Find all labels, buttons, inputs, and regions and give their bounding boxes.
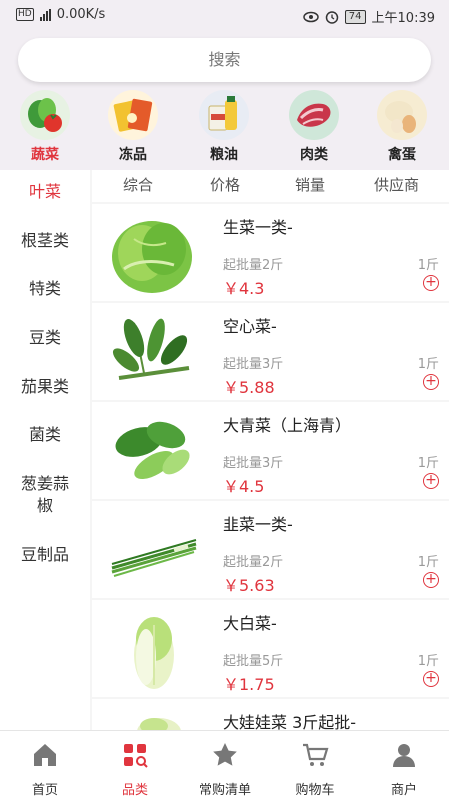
vegetables-icon	[20, 90, 70, 140]
grain-oil-icon	[199, 90, 249, 140]
subcategory-sidebar: 叶菜 根茎类 特类 豆类 茄果类 菌类 葱姜蒜 椒 豆制品	[0, 170, 90, 730]
tab-favorites[interactable]: 常购清单	[180, 741, 270, 798]
sidebar-item-solanaceous[interactable]: 茄果类	[0, 376, 90, 398]
sidebar-item-tofu[interactable]: 豆制品	[0, 544, 90, 566]
status-bar: HD 0.00K/s 74 上午10:39	[0, 0, 449, 30]
product-price: ￥5.88	[223, 378, 275, 397]
product-min-order: 起批量2斤	[223, 555, 284, 570]
clock: 上午10:39	[371, 11, 435, 26]
chives-image	[111, 539, 197, 577]
category-grain-oil[interactable]: 粮油	[189, 90, 259, 164]
category-meat[interactable]: 肉类	[279, 90, 349, 164]
tab-label: 常购清单	[198, 783, 251, 798]
category-label: 蔬菜	[31, 147, 59, 163]
product-name: 大青菜（上海青）	[223, 416, 352, 435]
napa-cabbage-image	[134, 617, 174, 689]
sidebar-item-mushroom[interactable]: 菌类	[0, 424, 90, 446]
product-item[interactable]: 空心菜- 起批量3斤 ￥5.88 1斤 +	[92, 303, 449, 400]
home-icon	[34, 744, 56, 766]
baby-cabbage-image	[137, 718, 181, 730]
tab-cart[interactable]: 购物车	[270, 741, 360, 798]
hd-icon: HD	[16, 8, 34, 21]
product-min-order: 起批量5斤	[223, 654, 284, 669]
category-icon	[124, 744, 148, 768]
network-speed: 0.00K/s	[56, 7, 106, 22]
product-item[interactable]: 生菜一类- 起批量2斤 ￥4.3 1斤 +	[92, 204, 449, 301]
sidebar-item-special[interactable]: 特类	[0, 278, 90, 300]
add-to-cart-icon[interactable]: +	[423, 671, 439, 687]
sort-bar: 综合 价格 销量 供应商	[92, 170, 449, 202]
add-to-cart-icon[interactable]: +	[423, 374, 439, 390]
category-label: 肉类	[300, 147, 328, 163]
cart-icon	[303, 743, 329, 766]
frozen-food-icon	[108, 90, 158, 140]
sidebar-item-leafy[interactable]: 叶菜	[0, 181, 90, 203]
product-unit: 1斤	[417, 357, 439, 372]
product-item[interactable]: 大青菜（上海青） 起批量3斤 ￥4.5 1斤 +	[92, 402, 449, 499]
product-unit: 1斤	[417, 555, 439, 570]
product-name: 大娃娃菜 3斤起批-	[223, 713, 357, 730]
product-price: ￥4.3	[223, 279, 265, 298]
battery-icon: 74	[344, 9, 366, 24]
category-frozen[interactable]: 冻品	[98, 90, 168, 164]
product-unit: 1斤	[417, 654, 439, 669]
status-right: 74 上午10:39	[303, 7, 435, 26]
tab-label: 首页	[31, 783, 58, 798]
tab-merchant[interactable]: 商户	[359, 741, 449, 798]
product-price: ￥1.75	[223, 675, 275, 694]
add-to-cart-icon[interactable]: +	[423, 572, 439, 588]
product-name: 韭菜一类-	[223, 515, 293, 534]
category-label: 禽蛋	[388, 147, 416, 163]
tab-label: 品类	[121, 783, 148, 798]
star-icon	[213, 743, 237, 766]
sidebar-item-aromatics-line2[interactable]: 椒	[0, 495, 90, 517]
product-min-order: 起批量2斤	[223, 258, 284, 273]
alarm-icon	[325, 10, 339, 24]
search-input[interactable]: 搜索	[18, 38, 431, 82]
product-name: 空心菜-	[223, 317, 277, 336]
sort-composite[interactable]: 综合	[123, 174, 153, 195]
product-price: ￥5.63	[223, 576, 275, 595]
sort-sales[interactable]: 销量	[295, 174, 325, 195]
product-unit: 1斤	[417, 456, 439, 471]
tab-label: 购物车	[295, 783, 335, 798]
eye-icon	[303, 11, 319, 22]
tab-home[interactable]: 首页	[0, 741, 90, 798]
poultry-egg-icon	[377, 90, 427, 140]
add-to-cart-icon[interactable]: +	[423, 275, 439, 291]
water-spinach-image	[112, 318, 190, 380]
product-panel: 综合 价格 销量 供应商 生菜一类- 起批量2斤 ￥4.3 1斤 + 空心菜- …	[92, 170, 449, 730]
product-item[interactable]: 大娃娃菜 3斤起批-	[92, 699, 449, 730]
product-min-order: 起批量3斤	[223, 456, 284, 471]
category-label: 冻品	[119, 147, 147, 163]
product-price: ￥4.5	[223, 477, 265, 496]
category-vegetables[interactable]: 蔬菜	[10, 90, 80, 164]
tab-label: 商户	[390, 783, 417, 798]
bok-choy-image	[115, 421, 190, 479]
product-item[interactable]: 大白菜- 起批量5斤 ￥1.75 1斤 +	[92, 600, 449, 697]
category-strip: 蔬菜 冻品 粮油 肉类 禽蛋	[0, 90, 449, 165]
sort-supplier[interactable]: 供应商	[374, 174, 419, 195]
product-name: 生菜一类-	[223, 218, 293, 237]
product-name: 大白菜-	[223, 614, 277, 633]
signal-icon	[39, 8, 51, 21]
tab-category[interactable]: 品类	[90, 741, 180, 798]
user-icon	[393, 744, 415, 767]
sort-price[interactable]: 价格	[210, 174, 240, 195]
add-to-cart-icon[interactable]: +	[423, 473, 439, 489]
product-unit: 1斤	[417, 258, 439, 273]
product-item[interactable]: 韭菜一类- 起批量2斤 ￥5.63 1斤 +	[92, 501, 449, 598]
sidebar-item-aromatics[interactable]: 葱姜蒜	[0, 473, 90, 495]
bottom-tab-bar: 首页 品类 常购清单 购物车 商户	[0, 730, 449, 800]
header: 搜索 蔬菜 冻品 粮油 肉类 禽蛋	[0, 30, 449, 170]
category-poultry-egg[interactable]: 禽蛋	[367, 90, 437, 164]
status-left: HD 0.00K/s	[16, 7, 105, 22]
meat-icon	[289, 90, 339, 140]
category-label: 粮油	[210, 147, 238, 163]
lettuce-image	[112, 221, 192, 293]
sidebar-item-beans[interactable]: 豆类	[0, 327, 90, 349]
product-min-order: 起批量3斤	[223, 357, 284, 372]
sidebar-item-root[interactable]: 根茎类	[0, 230, 90, 252]
